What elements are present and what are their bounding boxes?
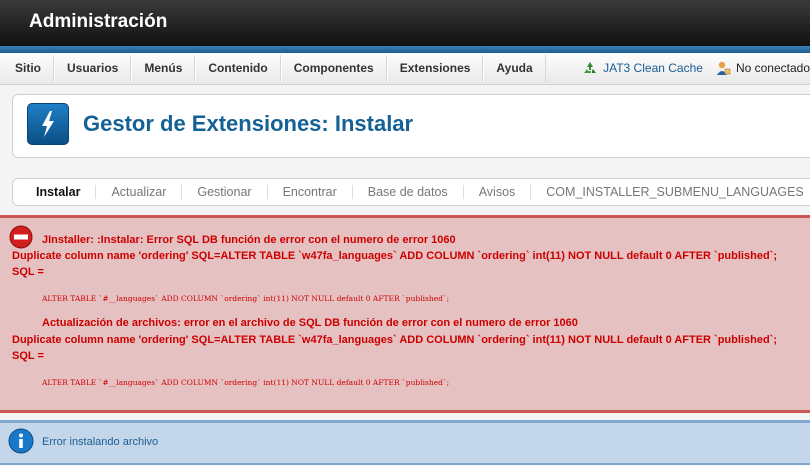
- admin-header: Administración: [0, 0, 810, 46]
- recycle-icon: [584, 62, 597, 73]
- error-heading-2: Actualización de archivos: error en el a…: [42, 317, 578, 329]
- clean-cache-label: JAT3 Clean Cache: [603, 61, 703, 75]
- error-detail-2: Duplicate column name 'ordering' SQL=ALT…: [12, 334, 777, 362]
- menu-item-menus[interactable]: Menús: [131, 55, 196, 82]
- menu-item-extensiones[interactable]: Extensiones: [386, 55, 484, 82]
- error-message-box: JInstaller: :Instalar: Error SQL DB func…: [0, 215, 810, 413]
- error-detail-1: Duplicate column name 'ordering' SQL=ALT…: [12, 250, 777, 278]
- submenu: Instalar Actualizar Gestionar Encontrar …: [13, 179, 810, 205]
- toolbar-box: Gestor de Extensiones: Instalar: [12, 94, 810, 158]
- error-sql-2: ALTER TABLE `#__languages` ADD COLUMN `o…: [42, 378, 450, 387]
- lightning-icon: [42, 111, 54, 137]
- status-area: JAT3 Clean Cache No conectado: [582, 58, 810, 78]
- user-status: No conectado: [715, 60, 810, 76]
- submenu-box: Instalar Actualizar Gestionar Encontrar …: [12, 178, 810, 206]
- menu-item-contenido[interactable]: Contenido: [195, 55, 281, 82]
- tab-base-de-datos[interactable]: Base de datos: [351, 185, 463, 199]
- menu-item-ayuda[interactable]: Ayuda: [483, 55, 546, 82]
- user-status-label: No conectado: [735, 61, 810, 75]
- menu-item-sitio[interactable]: Sitio: [4, 55, 54, 82]
- error-icon: [9, 225, 33, 249]
- error-heading-1: JInstaller: :Instalar: Error SQL DB func…: [42, 234, 456, 246]
- tab-avisos[interactable]: Avisos: [462, 185, 531, 199]
- error-sql-1: ALTER TABLE `#__languages` ADD COLUMN `o…: [42, 294, 450, 303]
- tab-languages[interactable]: COM_INSTALLER_SUBMENU_LANGUAGES: [530, 185, 810, 199]
- tab-instalar[interactable]: Instalar: [21, 185, 96, 199]
- main-menu: Sitio Usuarios Menús Contenido Component…: [4, 55, 546, 82]
- menu-item-usuarios[interactable]: Usuarios: [54, 55, 132, 82]
- main-menubar: Sitio Usuarios Menús Contenido Component…: [0, 53, 810, 85]
- info-icon: [8, 428, 34, 454]
- extension-manager-icon: [27, 103, 69, 145]
- header-accent-strip: [0, 46, 810, 53]
- menu-item-componentes[interactable]: Componentes: [280, 55, 387, 82]
- tab-encontrar[interactable]: Encontrar: [266, 185, 352, 199]
- page-title: Gestor de Extensiones: Instalar: [83, 111, 414, 136]
- tab-gestionar[interactable]: Gestionar: [181, 185, 266, 199]
- tab-actualizar[interactable]: Actualizar: [95, 185, 181, 199]
- clean-cache-link[interactable]: JAT3 Clean Cache: [582, 61, 703, 75]
- user-icon: [716, 61, 731, 75]
- info-message: Error instalando archivo: [42, 436, 159, 448]
- admin-title: Administración: [29, 11, 168, 32]
- info-message-box: Error instalando archivo: [0, 420, 810, 465]
